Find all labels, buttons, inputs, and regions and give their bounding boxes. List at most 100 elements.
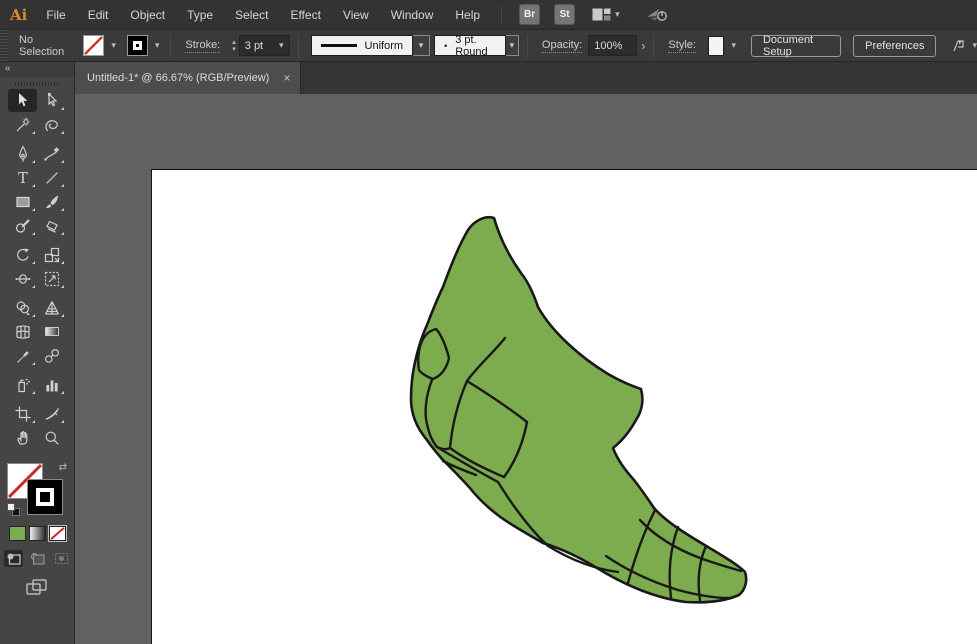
column-graph-tool-icon — [43, 376, 61, 394]
curvature-tool-icon — [43, 145, 61, 163]
tool-perspective-grid[interactable] — [37, 296, 66, 319]
stroke-proxy[interactable] — [27, 479, 63, 515]
tool-free-transform[interactable] — [37, 267, 66, 290]
tool-shaper[interactable] — [8, 214, 37, 237]
stroke-dropdown-chevron[interactable]: ▾ — [152, 41, 163, 50]
tool-symbol-sprayer[interactable] — [8, 373, 37, 396]
document-tab-title: Untitled-1* @ 66.67% (RGB/Preview) — [87, 72, 269, 84]
graphic-style-swatch[interactable] — [708, 36, 725, 56]
default-fill-stroke-icon[interactable] — [7, 503, 20, 516]
brush-chevron[interactable]: ▾ — [506, 35, 519, 56]
menu-help[interactable]: Help — [444, 0, 491, 29]
menu-select[interactable]: Select — [224, 0, 279, 29]
tool-pen[interactable] — [8, 142, 37, 165]
shaper-tool-icon — [14, 217, 32, 235]
preferences-button[interactable]: Preferences — [853, 35, 936, 57]
mesh-tool-icon — [14, 323, 32, 341]
tool-selection[interactable] — [8, 89, 37, 112]
menu-view[interactable]: View — [332, 0, 380, 29]
tool-lasso[interactable] — [37, 113, 66, 136]
metapod-body[interactable] — [411, 217, 746, 602]
menu-type[interactable]: Type — [176, 0, 224, 29]
eyedropper-tool-icon — [14, 347, 32, 365]
fill-stroke-proxy: ⇄ — [6, 462, 68, 517]
stroke-weight-field[interactable]: 3 pt ▾ — [239, 35, 290, 56]
fill-dropdown-chevron[interactable]: ▾ — [108, 41, 119, 50]
tool-paintbrush[interactable] — [37, 190, 66, 213]
tool-gradient[interactable] — [37, 320, 66, 343]
draw-normal-button[interactable] — [4, 550, 23, 567]
stroke-panel-link[interactable]: Stroke: — [185, 39, 220, 53]
fill-color-swatch[interactable] — [83, 35, 104, 56]
symbol-sprayer-tool-icon — [14, 376, 32, 394]
menu-object[interactable]: Object — [119, 0, 176, 29]
tools-panel-grip[interactable] — [15, 82, 59, 86]
tool-blend[interactable] — [37, 344, 66, 367]
tool-slice[interactable] — [37, 402, 66, 425]
dock-collapse-button[interactable]: « — [0, 62, 74, 77]
menu-window[interactable]: Window — [380, 0, 445, 29]
menu-effect[interactable]: Effect — [279, 0, 331, 29]
workspace-toggle[interactable]: ▾ — [950, 38, 977, 54]
tool-rotate[interactable] — [8, 243, 37, 266]
swap-fill-stroke-icon[interactable]: ⇄ — [59, 462, 67, 473]
selection-status: No Selection — [19, 34, 69, 58]
workspace-switcher[interactable]: ▾ — [592, 8, 620, 21]
tool-line-segment[interactable] — [37, 166, 66, 189]
tool-curvature[interactable] — [37, 142, 66, 165]
stroke-weight-value: 3 pt — [245, 40, 263, 52]
tool-magic-wand[interactable] — [8, 113, 37, 136]
color-button[interactable] — [9, 526, 26, 541]
main-area: « — [0, 62, 977, 644]
menu-file[interactable]: File — [35, 0, 76, 29]
style-panel-link[interactable]: Style: — [668, 39, 696, 53]
document-tab-bar: Untitled-1* @ 66.67% (RGB/Preview) × — [75, 62, 977, 94]
brush-definition-label: 3 pt. Round — [455, 34, 496, 58]
width-profile-dropdown[interactable]: Uniform ▾ — [311, 35, 431, 56]
app-logo: Ai — [8, 6, 35, 24]
brush-definition-dropdown[interactable]: • 3 pt. Round ▾ — [434, 35, 519, 56]
document-setup-button[interactable]: Document Setup — [751, 35, 841, 57]
opacity-flyout-arrow[interactable]: › — [641, 39, 645, 53]
width-profile-chevron[interactable]: ▾ — [413, 35, 430, 56]
tool-type[interactable]: T — [8, 166, 37, 189]
stepper-up-icon[interactable]: ▴ — [232, 39, 236, 46]
tool-artboard[interactable] — [8, 402, 37, 425]
document-tab[interactable]: Untitled-1* @ 66.67% (RGB/Preview) × — [75, 62, 301, 94]
bridge-button[interactable]: Br — [519, 4, 540, 25]
stepper-down-icon[interactable]: ▾ — [232, 46, 236, 53]
tool-hand[interactable] — [8, 426, 37, 449]
svg-text:T: T — [18, 171, 28, 187]
stroke-color-swatch[interactable] — [127, 35, 148, 56]
tool-rectangle[interactable] — [8, 190, 37, 213]
tool-scale[interactable] — [37, 243, 66, 266]
close-icon[interactable]: × — [283, 72, 290, 84]
tool-eyedropper[interactable] — [8, 344, 37, 367]
stroke-ring — [36, 488, 54, 506]
none-button[interactable] — [49, 526, 66, 541]
document-area: Untitled-1* @ 66.67% (RGB/Preview) × — [75, 62, 977, 644]
screen-mode-button[interactable] — [26, 579, 48, 601]
tool-eraser[interactable] — [37, 214, 66, 237]
gradient-button[interactable] — [29, 526, 46, 541]
style-chevron[interactable]: ▾ — [728, 41, 739, 50]
menu-edit[interactable]: Edit — [77, 0, 120, 29]
tool-mesh[interactable] — [8, 320, 37, 343]
tool-direct-selection[interactable] — [37, 89, 66, 112]
metapod-artwork[interactable] — [75, 94, 977, 644]
opacity-field[interactable]: 100% — [588, 35, 637, 56]
tool-zoom[interactable] — [37, 426, 66, 449]
tool-column-graph[interactable] — [37, 373, 66, 396]
control-bar: No Selection ▾ ▾ Stroke: ▴ ▾ 3 pt ▾ Unif… — [0, 29, 977, 62]
canvas[interactable] — [75, 94, 977, 644]
control-bar-grip[interactable] — [0, 30, 7, 61]
sync-status-button[interactable] — [646, 7, 668, 23]
opacity-panel-link[interactable]: Opacity: — [542, 39, 582, 53]
draw-inside-button[interactable] — [52, 550, 71, 567]
chevron-down-icon[interactable]: ▾ — [279, 41, 284, 50]
stock-button[interactable]: St — [554, 4, 575, 25]
draw-behind-button[interactable] — [28, 550, 47, 567]
stroke-weight-stepper[interactable]: ▴ ▾ — [232, 39, 236, 53]
tool-shape-builder[interactable] — [8, 296, 37, 319]
tool-width[interactable] — [8, 267, 37, 290]
